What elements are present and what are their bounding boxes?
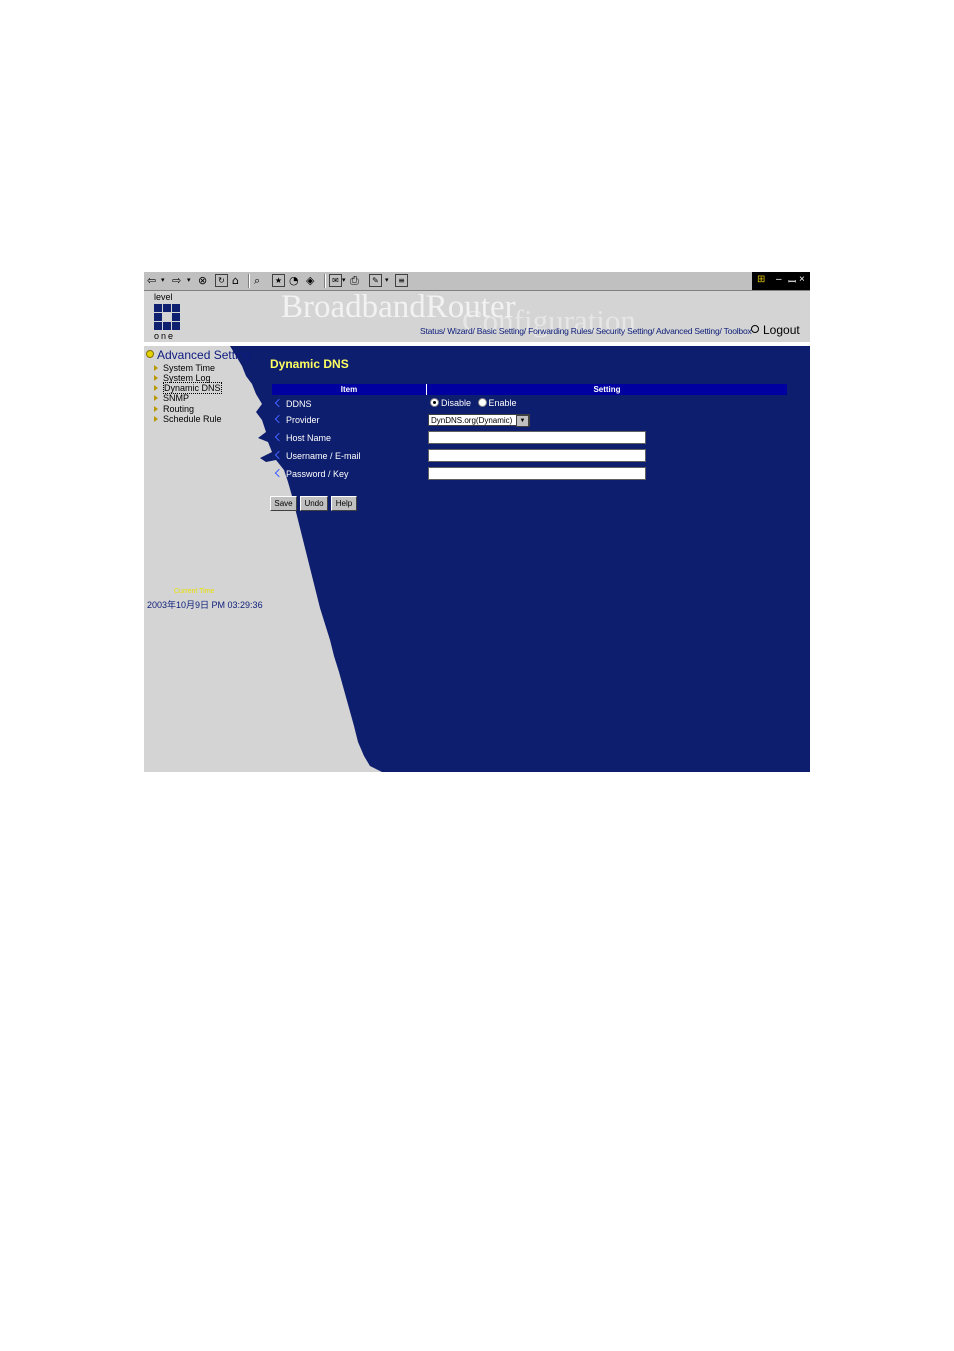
sidebar-item-dynamic-dns[interactable]: Dynamic DNS xyxy=(154,382,222,394)
svg-text:level: level xyxy=(154,292,173,302)
chevron-down-icon[interactable]: ▾ xyxy=(187,274,191,287)
minimize-button[interactable]: – xyxy=(776,274,782,285)
chevron-down-icon[interactable]: ▾ xyxy=(342,274,346,287)
current-time: 2003年10月9日 PM 03:29:36 xyxy=(147,600,263,610)
arrow-icon xyxy=(274,432,284,442)
provider-select[interactable]: DynDNS.org(Dynamic) ▼ xyxy=(428,414,530,427)
host-name-input[interactable] xyxy=(428,431,646,444)
username-input[interactable] xyxy=(428,449,646,462)
chevron-down-icon[interactable]: ▼ xyxy=(516,415,529,427)
arrow-icon xyxy=(274,414,284,424)
svg-text:one: one xyxy=(154,331,175,340)
sidebar-item-system-time[interactable]: System Time xyxy=(154,363,215,373)
table-header: Item Setting xyxy=(272,384,787,395)
edit-icon[interactable]: ✎ xyxy=(369,274,382,287)
radio-icon[interactable] xyxy=(430,398,439,407)
arrow-icon xyxy=(154,406,158,412)
arrow-icon xyxy=(154,375,158,381)
chevron-down-icon[interactable]: ▾ xyxy=(161,274,165,287)
save-button[interactable]: Save xyxy=(270,496,297,511)
favorites-icon[interactable]: ★ xyxy=(272,274,285,287)
current-time-label: Current Time xyxy=(174,588,215,595)
row-label-host-name: Host Name xyxy=(274,432,331,443)
ddns-radio-group: Disable Enable xyxy=(430,398,517,408)
levelone-logo: level one xyxy=(154,292,180,340)
row-label-ddns: DDNS xyxy=(274,398,312,409)
search-icon[interactable]: ⌕ xyxy=(254,274,260,287)
ddns-disable-radio[interactable]: Disable xyxy=(430,398,471,408)
top-navigation[interactable]: Status/ Wizard/ Basic Setting/ Forwardin… xyxy=(420,326,752,336)
sidebar-item-schedule-rule[interactable]: Schedule Rule xyxy=(154,414,222,424)
brand-title: BroadbandRouter xyxy=(281,289,516,325)
column-header-item: Item xyxy=(272,384,427,395)
radio-icon[interactable] xyxy=(477,398,487,407)
row-label-provider: Provider xyxy=(274,414,320,425)
home-icon[interactable]: ⌂ xyxy=(232,274,239,287)
sidebar-title: Advanced Setting xyxy=(146,348,251,362)
print-icon[interactable]: ⎙ xyxy=(350,274,359,287)
bullet-icon xyxy=(751,325,759,333)
ddns-enable-radio[interactable]: Enable xyxy=(477,398,517,408)
arrow-icon xyxy=(154,395,158,401)
browser-window: ⇦ ▾ ⇨ ▾ ⊗ ↻ ⌂ ⌕ ★ ◔ ◈ ✉ ▾ ⎙ ✎ ▾ ≡ ⊞ – ꟷ … xyxy=(144,272,810,772)
bullet-icon xyxy=(146,350,154,358)
row-label-username: Username / E-mail xyxy=(274,450,361,461)
arrow-icon xyxy=(274,468,284,478)
arrow-icon xyxy=(154,365,158,371)
channels-icon[interactable]: ◈ xyxy=(306,274,314,287)
arrow-icon xyxy=(154,385,158,391)
history-icon[interactable]: ◔ xyxy=(289,274,299,287)
forward-arrow-icon[interactable]: ⇨ xyxy=(172,274,181,287)
undo-button[interactable]: Undo xyxy=(300,496,328,511)
restore-button[interactable]: ꟷ xyxy=(788,274,796,288)
chevron-down-icon[interactable]: ▾ xyxy=(385,274,389,287)
stop-icon[interactable]: ⊗ xyxy=(198,274,207,287)
help-button[interactable]: Help xyxy=(331,496,357,511)
column-header-setting: Setting xyxy=(593,385,621,394)
page-title: Dynamic DNS xyxy=(270,357,349,371)
arrow-icon xyxy=(274,450,284,460)
arrow-icon xyxy=(274,398,284,408)
arrow-icon xyxy=(154,416,158,422)
window-controls: ⊞ – ꟷ × xyxy=(752,272,810,290)
close-button[interactable]: × xyxy=(799,274,805,285)
refresh-icon[interactable]: ↻ xyxy=(215,274,228,287)
back-arrow-icon[interactable]: ⇦ xyxy=(147,274,156,287)
logout-link[interactable]: Logout xyxy=(751,323,800,337)
password-input[interactable] xyxy=(428,467,646,480)
windows-logo-icon: ⊞ xyxy=(757,274,766,285)
mail-icon[interactable]: ✉ xyxy=(329,274,342,287)
page-header: level one Configuration BroadbandRouter … xyxy=(144,289,810,346)
row-label-password: Password / Key xyxy=(274,468,349,479)
discuss-icon[interactable]: ≡ xyxy=(395,274,408,287)
sidebar-item-routing[interactable]: Routing xyxy=(154,404,194,414)
sidebar-item-snmp[interactable]: SNMP xyxy=(154,393,189,403)
